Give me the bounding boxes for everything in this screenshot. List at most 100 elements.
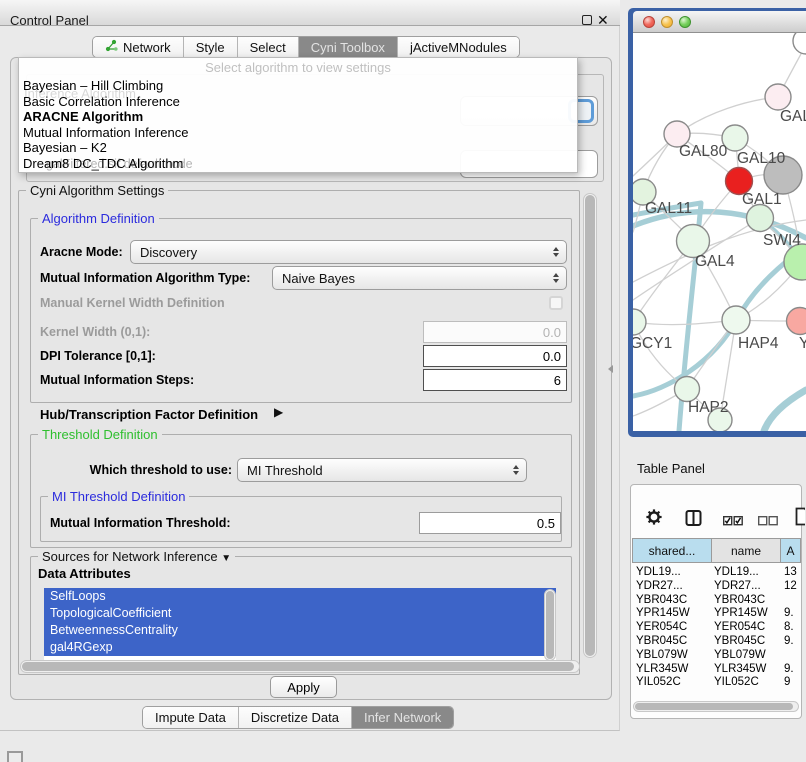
table-cell: YBR045C (714, 635, 778, 649)
float-window-icon[interactable] (582, 15, 592, 25)
list-item-topologicalcoefficient[interactable]: TopologicalCoefficient (44, 605, 556, 622)
table-row[interactable]: YDR27...YDR27...12 (632, 580, 801, 594)
float-panel-icon[interactable] (7, 751, 23, 762)
tab-select[interactable]: Select (237, 37, 298, 57)
network-node-swi4[interactable] (784, 244, 806, 280)
application-root: Control Panel ✕ Network Style Select Cyni T… (0, 0, 806, 762)
mi-steps-field[interactable]: 6 (423, 369, 567, 391)
column-header-shared[interactable]: shared... (632, 538, 712, 563)
settings-horizontal-scrollbar[interactable] (20, 660, 580, 673)
network-node-y[interactable] (787, 308, 806, 335)
apply-button[interactable]: Apply (270, 676, 337, 698)
list-item-gal4rgexp[interactable]: gal4RGexp (44, 639, 556, 656)
table-cell: YDL19... (636, 566, 710, 580)
network-window-titlebar[interactable] (633, 11, 806, 33)
minimize-traffic-light-icon[interactable] (661, 16, 673, 28)
table-panel-title: Table Panel (637, 461, 705, 476)
node-label-gal80: GAL80 (679, 143, 728, 160)
document-icon[interactable] (795, 507, 805, 528)
dpi-tolerance-field[interactable]: 0.0 (423, 345, 567, 367)
collapsed-arrow-icon[interactable]: ▶ (274, 405, 283, 419)
panel-title: Control Panel (10, 13, 89, 28)
stepper-icon (553, 247, 559, 257)
tab-discretize-data[interactable]: Discretize Data (238, 707, 351, 728)
control-panel-tabbar: Network Style Select Cyni Toolbox jActiveMNo… (92, 36, 520, 58)
network-canvas[interactable]: GALGAL80GAL10GAL1GAL11SWI4GAL4GCY1HAP4YH… (633, 33, 806, 431)
node-label-gal4: GAL4 (695, 253, 735, 270)
list-scrollbar[interactable] (544, 589, 556, 661)
expanded-triangle-icon[interactable]: ▼ (221, 553, 231, 564)
data-attributes-label: Data Attributes (38, 566, 131, 582)
network-edge[interactable] (633, 320, 736, 325)
close-icon[interactable]: ✕ (597, 12, 609, 29)
list-item-betweennesscentrality[interactable]: BetweennessCentrality (44, 622, 556, 639)
aracne-mode-select[interactable]: Discovery (130, 240, 567, 264)
dropdown-placeholder: Select algorithm to view settings (18, 60, 578, 75)
column-header-name[interactable]: name (712, 538, 781, 563)
aracne-mode-value: Discovery (140, 245, 197, 260)
manual-kernel-checkbox[interactable] (549, 296, 563, 310)
manual-kernel-label: Manual Kernel Width Definition (40, 295, 225, 311)
tab-impute-data[interactable]: Impute Data (143, 707, 238, 728)
node-label-gcy1: GCY1 (633, 335, 672, 352)
split-columns-icon[interactable] (685, 509, 702, 532)
table-row[interactable]: YBL079WYBL079W (632, 649, 801, 663)
dropdown-item-mutual-information-inference[interactable]: Mutual Information Inference (21, 125, 575, 141)
tab-infer-network[interactable]: Infer Network (351, 707, 453, 728)
table-row[interactable]: YER054CYER054C8. (632, 621, 801, 635)
table-cell (784, 594, 801, 608)
dropdown-item-bayesian-k2[interactable]: Bayesian – K2 (21, 140, 575, 156)
tab-jactivemnodules[interactable]: jActiveMNodules (397, 37, 519, 57)
network-node-gcy1[interactable] (633, 309, 646, 335)
splitter-handle-icon[interactable] (608, 365, 613, 373)
table-cell: YPR145W (714, 607, 778, 621)
mi-threshold-field[interactable]: 0.5 (419, 512, 561, 534)
table-row[interactable]: YBR045CYBR045C9. (632, 635, 801, 649)
table-cell: YLR345W (714, 663, 778, 677)
kernel-width-field[interactable]: 0.0 (423, 321, 567, 343)
dropdown-item-dream8-dc-tdc-algorithm[interactable]: Dream8 DC_TDC Algorithm (21, 156, 575, 172)
tab-label: Cyni Toolbox (311, 40, 385, 55)
dropdown-item-basic-correlation-inference[interactable]: Basic Correlation Inference (21, 94, 575, 110)
tab-network[interactable]: Network (93, 37, 183, 57)
network-edge[interactable] (764, 390, 806, 431)
hub-definition-label: Hub/Transcription Factor Definition (40, 407, 258, 423)
settings-vertical-scrollbar[interactable] (583, 193, 597, 658)
close-traffic-light-icon[interactable] (643, 16, 655, 28)
dpi-tolerance-label: DPI Tolerance [0,1]: (40, 345, 156, 367)
table-row[interactable]: YDL19...YDL19...13 (632, 566, 801, 580)
table-horizontal-scrollbar[interactable] (633, 701, 799, 712)
zoom-traffic-light-icon[interactable] (679, 16, 691, 28)
network-node-hap2[interactable] (675, 377, 700, 402)
table-cell: YBR045C (636, 635, 710, 649)
unchecked-boxes-icon[interactable] (758, 513, 778, 531)
network-node[interactable] (747, 205, 774, 232)
list-item-selfloops[interactable]: SelfLoops (44, 588, 556, 605)
table-cell: YER054C (714, 621, 778, 635)
which-threshold-label: Which threshold to use: (40, 458, 232, 482)
checked-boxes-icon[interactable] (723, 513, 743, 531)
dropdown-item-bayesian-hill-climbing[interactable]: Bayesian – Hill Climbing (21, 78, 575, 94)
table-cell: YBR043C (714, 594, 778, 608)
table-cell: 8. (784, 621, 801, 635)
tab-label: Style (196, 40, 225, 55)
table-cell: 13 (784, 566, 801, 580)
network-node[interactable] (793, 33, 806, 54)
table-row[interactable]: YPR145WYPR145W9. (632, 607, 801, 621)
network-edge[interactable] (633, 220, 806, 282)
dropdown-item-aracne-algorithm[interactable]: ARACNE Algorithm (21, 109, 575, 125)
table-cell: 9. (784, 663, 801, 677)
column-header-a[interactable]: A (781, 538, 801, 563)
mi-algorithm-type-select[interactable]: Naive Bayes (272, 266, 567, 290)
table-row[interactable]: YLR345WYLR345W9. (632, 663, 801, 677)
gear-icon[interactable] (646, 508, 662, 531)
mi-type-value: Naive Bayes (282, 271, 355, 286)
table-row[interactable]: YBR043CYBR043C (632, 594, 801, 608)
table-row[interactable]: YIL052CYIL052C9 (632, 676, 801, 685)
which-threshold-select[interactable]: MI Threshold (237, 458, 527, 482)
tab-cyni-toolbox[interactable]: Cyni Toolbox (298, 37, 397, 57)
tab-style[interactable]: Style (183, 37, 237, 57)
network-node-hap4[interactable] (722, 306, 750, 334)
network-node-gal[interactable] (765, 84, 791, 110)
control-panel-titlebar[interactable] (0, 0, 620, 26)
